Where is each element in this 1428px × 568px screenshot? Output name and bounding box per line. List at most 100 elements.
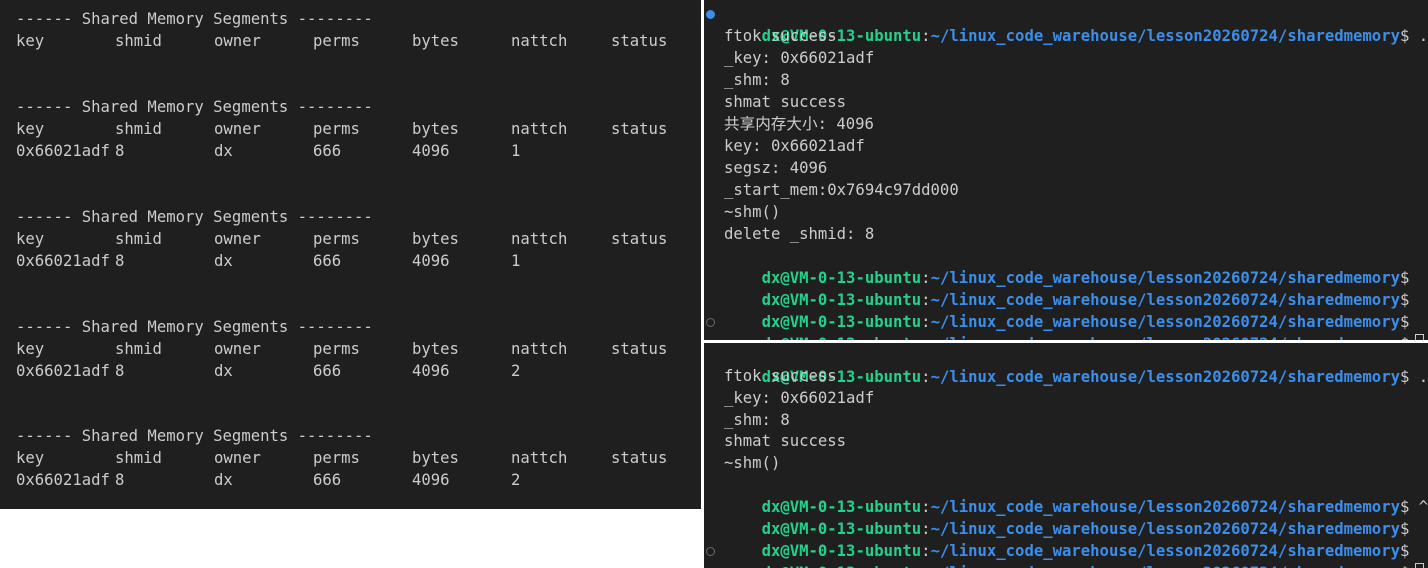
ipcs-segment-row: 0x66021adf 8 dx 666 4096 1	[16, 140, 696, 162]
cursor-icon	[1415, 563, 1425, 568]
col-status: status	[611, 340, 668, 358]
prompt-user-host: dx@VM-0-13-ubuntu	[762, 564, 922, 568]
prompt-line: dx@VM-0-13-ubuntu:~/linux_code_warehouse…	[724, 496, 1410, 538]
segment-shmid: 8	[115, 142, 125, 160]
col-status: status	[611, 230, 668, 248]
prompt-separator: :	[921, 27, 931, 45]
segment-key: 0x66021adf	[16, 362, 110, 380]
output-line: _start_mem:0x7694c97dd000	[724, 181, 959, 199]
prompt-line: dx@VM-0-13-ubuntu:~/linux_code_warehouse…	[724, 474, 1428, 516]
col-perms: perms	[313, 230, 360, 248]
segment-nattch: 2	[511, 471, 521, 489]
segment-bytes: 4096	[412, 471, 450, 489]
col-shmid: shmid	[115, 32, 162, 50]
segment-shmid: 8	[115, 471, 125, 489]
command-success-icon	[706, 10, 715, 19]
col-nattch: nattch	[511, 32, 568, 50]
ipcs-header: ------ Shared Memory Segments --------	[16, 98, 373, 116]
prompt-dollar: $	[1399, 27, 1410, 45]
output-line: shmat success	[724, 93, 847, 111]
segment-key: 0x66021adf	[16, 252, 110, 270]
segment-bytes: 4096	[412, 252, 450, 270]
segment-perms: 666	[313, 252, 342, 270]
ipcs-columns-row: key shmid owner perms bytes nattch statu…	[16, 30, 696, 52]
command-pending-icon	[706, 547, 715, 556]
ipcs-segment-row: 0x66021adf 8 dx 666 4096 2	[16, 469, 696, 491]
col-bytes: bytes	[412, 340, 459, 358]
segment-bytes: 4096	[412, 142, 450, 160]
ipcs-header: ------ Shared Memory Segments --------	[16, 208, 373, 226]
col-owner: owner	[214, 449, 261, 467]
col-perms: perms	[313, 32, 360, 50]
output-line: ~shm()	[724, 454, 781, 472]
ipcs-columns-row: key shmid owner perms bytes nattch statu…	[16, 228, 696, 250]
output-line: _shm: 8	[724, 411, 790, 429]
col-owner: owner	[214, 120, 261, 138]
output-line: ftok success	[724, 367, 837, 385]
segment-shmid: 8	[115, 252, 125, 270]
prompt-separator: :	[921, 368, 931, 386]
col-shmid: shmid	[115, 120, 162, 138]
col-shmid: shmid	[115, 230, 162, 248]
prompt-input: ^C	[1418, 498, 1428, 516]
prompt-line: dx@VM-0-13-ubuntu:~/linux_code_warehouse…	[724, 518, 1410, 560]
prompt-line-active[interactable]: dx@VM-0-13-ubuntu:~/linux_code_warehouse…	[706, 311, 1425, 340]
prompt-line: dx@VM-0-13-ubuntu:~/linux_code_warehouse…	[724, 267, 1410, 309]
output-line: delete _shmid: 8	[724, 225, 875, 243]
col-perms: perms	[313, 340, 360, 358]
segment-perms: 666	[313, 362, 342, 380]
prompt-path: ~/linux_code_warehouse/lesson20260724/sh…	[930, 368, 1400, 386]
segment-nattch: 1	[511, 142, 521, 160]
prompt-dollar: $	[1400, 564, 1409, 568]
prompt-dollar: $	[1399, 368, 1410, 386]
prompt-path: ~/linux_code_warehouse/lesson20260724/sh…	[930, 27, 1400, 45]
ipcs-header: ------ Shared Memory Segments --------	[16, 10, 373, 28]
server-terminal-pane[interactable]: dx@VM-0-13-ubuntu:~/linux_code_warehouse…	[704, 0, 1428, 340]
col-nattch: nattch	[511, 340, 568, 358]
client-terminal-pane[interactable]: dx@VM-0-13-ubuntu:~/linux_code_warehouse…	[704, 343, 1428, 568]
col-key: key	[16, 230, 45, 248]
segment-key: 0x66021adf	[16, 142, 110, 160]
col-shmid: shmid	[115, 340, 162, 358]
segment-nattch: 1	[511, 252, 521, 270]
segment-owner: dx	[214, 471, 233, 489]
col-status: status	[611, 449, 668, 467]
col-key: key	[16, 32, 45, 50]
prompt-line: dx@VM-0-13-ubuntu:~/linux_code_warehouse…	[724, 289, 1410, 331]
client-command: ./client	[1418, 368, 1428, 386]
segment-owner: dx	[214, 142, 233, 160]
prompt-line-active[interactable]: dx@VM-0-13-ubuntu:~/linux_code_warehouse…	[706, 540, 1425, 568]
col-bytes: bytes	[412, 120, 459, 138]
col-bytes: bytes	[412, 449, 459, 467]
ipcs-columns-row: key shmid owner perms bytes nattch statu…	[16, 118, 696, 140]
output-line: segsz: 4096	[724, 159, 828, 177]
output-line: _key: 0x66021adf	[724, 49, 875, 67]
ipcs-segment-row: 0x66021adf 8 dx 666 4096 2	[16, 360, 696, 382]
ipcs-terminal-pane[interactable]: ------ Shared Memory Segments -------- k…	[0, 0, 701, 509]
col-nattch: nattch	[511, 120, 568, 138]
col-status: status	[611, 32, 668, 50]
ipcs-columns-row: key shmid owner perms bytes nattch statu…	[16, 447, 696, 469]
output-line: 共享内存大小: 4096	[724, 115, 874, 133]
output-line: key: 0x66021adf	[724, 137, 865, 155]
client-command-line: dx@VM-0-13-ubuntu:~/linux_code_warehouse…	[724, 344, 1428, 386]
col-key: key	[16, 340, 45, 358]
col-bytes: bytes	[412, 230, 459, 248]
output-line: _shm: 8	[724, 71, 790, 89]
col-nattch: nattch	[511, 449, 568, 467]
ipcs-header: ------ Shared Memory Segments --------	[16, 318, 373, 336]
col-key: key	[16, 120, 45, 138]
segment-owner: dx	[214, 362, 233, 380]
col-bytes: bytes	[412, 32, 459, 50]
col-owner: owner	[214, 32, 261, 50]
ipcs-columns-row: key shmid owner perms bytes nattch statu…	[16, 338, 696, 360]
prompt-line: dx@VM-0-13-ubuntu:~/linux_code_warehouse…	[724, 245, 1410, 287]
segment-key: 0x66021adf	[16, 471, 110, 489]
col-nattch: nattch	[511, 230, 568, 248]
ipcs-header: ------ Shared Memory Segments --------	[16, 427, 373, 445]
col-shmid: shmid	[115, 449, 162, 467]
output-line: shmat success	[724, 432, 847, 450]
segment-perms: 666	[313, 142, 342, 160]
output-line: _key: 0x66021adf	[724, 389, 875, 407]
server-command-line: dx@VM-0-13-ubuntu:~/linux_code_warehouse…	[706, 3, 1428, 45]
